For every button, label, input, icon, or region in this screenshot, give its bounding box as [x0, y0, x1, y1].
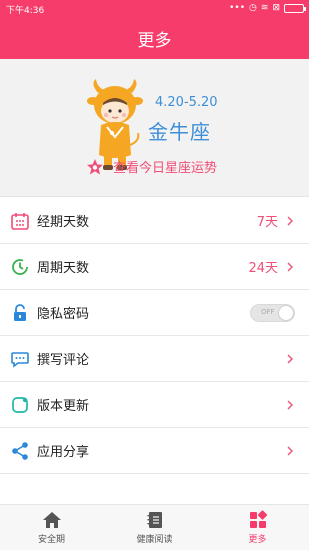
write-review-label: 撰写评论 [37, 353, 90, 368]
home-icon [42, 512, 61, 528]
chevron-right-icon [287, 400, 293, 410]
grid-icon [249, 510, 267, 528]
daily-horoscope-label: 查看今日星座运势 [113, 161, 218, 176]
chevron-right-icon [287, 446, 293, 456]
privacy-password-toggle[interactable]: OFF [250, 304, 295, 322]
app-bar: 更多 [0, 17, 309, 59]
cycle-days-label: 周期天数 [37, 261, 90, 276]
zodiac-sign: 金牛座 [148, 120, 211, 144]
status-time: 下午4:36 [6, 6, 45, 16]
bottom-tab-bar: 安全期 健康阅读 更多 [0, 504, 309, 550]
chevron-right-icon [287, 216, 293, 226]
tab-safe-period-label: 安全期 [37, 535, 65, 545]
page-title: 更多 [137, 30, 172, 51]
zodiac-panel: 4.20-5.20 金牛座 查看今日星座运势 [0, 59, 309, 197]
lock-icon [14, 304, 26, 321]
toggle-knob [278, 305, 294, 321]
period-days-value: 7天 [256, 215, 278, 230]
tab-health-reading-label: 健康阅读 [136, 535, 173, 545]
period-days-label: 经期天数 [37, 215, 90, 230]
chevron-right-icon [287, 354, 293, 364]
calendar-icon [11, 213, 29, 230]
menu-item-write-review[interactable]: 撰写评论 [0, 336, 309, 382]
settings-menu: 经期天数 7天 周期天数 24天 隐私密码 OFF 撰写评论 版本更新 应用分享 [0, 198, 309, 474]
share-icon [12, 442, 28, 460]
star-icon [87, 158, 103, 174]
cycle-days-value: 24天 [248, 261, 278, 276]
book-icon [147, 512, 162, 528]
status-icons: ••• ◷ ≋ ⊠ [229, 2, 306, 14]
menu-item-share-app[interactable]: 应用分享 [0, 428, 309, 474]
battery-icon [284, 3, 306, 13]
menu-item-privacy-password: 隐私密码 OFF [0, 290, 309, 336]
alarm-icon: ◷ [249, 3, 257, 13]
tab-safe-period[interactable]: 安全期 [0, 505, 103, 550]
version-update-label: 版本更新 [37, 399, 90, 414]
share-app-label: 应用分享 [37, 445, 90, 460]
zodiac-dates: 4.20-5.20 [155, 95, 218, 110]
daily-horoscope-link[interactable]: 查看今日星座运势 [86, 157, 217, 176]
tab-more[interactable]: 更多 [206, 505, 309, 550]
status-bar: 下午4:36 ••• ◷ ≋ ⊠ [0, 0, 309, 17]
chevron-right-icon [287, 262, 293, 272]
wifi-icon: ≋ [260, 3, 269, 13]
tab-health-reading[interactable]: 健康阅读 [103, 505, 206, 550]
menu-item-cycle-days[interactable]: 周期天数 24天 [0, 244, 309, 290]
menu-item-period-days[interactable]: 经期天数 7天 [0, 198, 309, 244]
tab-more-label: 更多 [248, 535, 267, 545]
no-sim-icon: ⊠ [272, 3, 280, 13]
more-icon: ••• [229, 3, 246, 13]
menu-item-version-update[interactable]: 版本更新 [0, 382, 309, 428]
privacy-password-label: 隐私密码 [37, 307, 90, 322]
comment-icon [11, 352, 29, 368]
update-icon [12, 397, 28, 413]
toggle-state-label: OFF [261, 308, 275, 316]
cycle-clock-icon [12, 259, 28, 275]
